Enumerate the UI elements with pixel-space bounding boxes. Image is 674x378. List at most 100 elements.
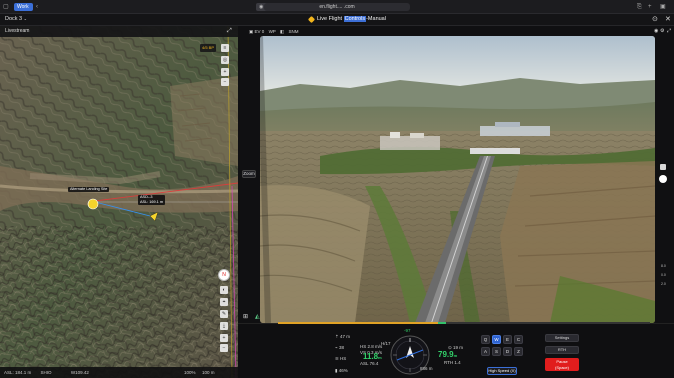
zoom-label: Zoom [243, 171, 255, 176]
zoom-scale-bottom: 2.0 [661, 282, 666, 286]
grid-icon[interactable]: ⊞ [243, 313, 248, 320]
key-a[interactable]: A [481, 347, 490, 356]
altitude-top-value: 47 m [340, 334, 351, 339]
dist-big: 79.9m [438, 350, 457, 359]
camera-res: WP [268, 29, 276, 34]
help-icon[interactable]: ⊙ [652, 15, 658, 23]
record-icon[interactable]: ◉ [654, 28, 658, 34]
key-e[interactable]: E [503, 335, 512, 344]
zoom-out-icon[interactable]: − [221, 78, 229, 86]
rth-value: RTH 1.4 [444, 360, 461, 365]
flight-progress [278, 322, 650, 324]
hs-row: HS 2.8 m/s [360, 344, 383, 349]
pause-button[interactable]: Pause (Space) [545, 358, 579, 371]
key-e-label: E [505, 337, 509, 342]
camera-extra: SNM [288, 29, 299, 34]
map-header-title: Livestream [5, 28, 30, 34]
alt-big-unit: m [378, 355, 382, 360]
terrain-map [0, 26, 238, 378]
key-c-label: C [516, 337, 521, 342]
aerial-view [260, 36, 655, 323]
zoom-button[interactable]: Zoom [242, 170, 256, 178]
map-footer: ASL: 184.1 m SHIO W109.42 100% 100 m [0, 367, 238, 378]
pause-shortcut: (Space) [554, 364, 569, 370]
speed-small: 886 m [420, 366, 433, 371]
key-c[interactable]: C [514, 335, 523, 344]
zoom-in-icon[interactable]: + [221, 68, 229, 76]
map-zoom-in-icon[interactable]: + [220, 334, 228, 342]
key-s-label: S [494, 349, 498, 354]
heading-top-value: -97 [404, 328, 411, 333]
gimbal-icon[interactable]: ◭ [255, 313, 260, 320]
dist-big-unit: m [453, 353, 458, 358]
asl-row: ASL 76.4 [360, 361, 379, 366]
target-icon[interactable]: ◎ [221, 56, 229, 64]
heading-top: -97 [404, 328, 411, 333]
url-text: en.flight.... .com [319, 4, 355, 10]
wb-icon: ◧ [280, 29, 285, 34]
landing-site-label[interactable]: Alternate Landing Site [68, 187, 110, 192]
key-w[interactable]: W [492, 335, 501, 344]
high-speed-label: High Speed (X) [488, 368, 516, 373]
alt-big-value: 11.8 [363, 352, 379, 361]
dock-title[interactable]: Dock 3 ⌄ [5, 16, 27, 22]
key-z-label: Z [517, 349, 520, 354]
mode-title: Live Flight Controls-Manual [317, 16, 386, 22]
url-bar[interactable]: en.flight.... .com [264, 3, 410, 11]
map-panel[interactable]: Livestream ⤢ Alternate Landing Site ASD-… [0, 26, 238, 378]
close-icon[interactable]: ✕ [665, 15, 671, 23]
chevron-left-icon[interactable]: ‹ [36, 3, 38, 11]
tabs-icon[interactable]: ▣ [660, 3, 666, 11]
dist-big-value: 79.9 [438, 350, 454, 359]
speed-small-value: 886 m [420, 366, 433, 371]
high-speed-button[interactable]: High Speed (X) [487, 367, 517, 375]
key-q-label: Q [483, 337, 488, 342]
map-badge-text: 4/5 BP [201, 45, 214, 50]
layers-toggle-icon[interactable]: ◐ [220, 286, 228, 294]
rth-button[interactable]: RTH [545, 346, 579, 354]
key-s[interactable]: S [492, 347, 501, 356]
progress-marker [438, 322, 446, 324]
mode-title-pre: Live Flight [317, 16, 344, 22]
home-point-marker [87, 198, 99, 210]
heading-sub-value: H/17 [381, 341, 391, 346]
shutter-button[interactable] [659, 175, 667, 183]
key-q[interactable]: Q [481, 335, 490, 344]
map-footer-pct: 100% [184, 370, 196, 375]
sidebar-toggle-icon[interactable]: ▢ [3, 3, 9, 11]
settings-label: Settings [554, 335, 570, 340]
mode-warning-icon [307, 15, 316, 24]
expand-icon[interactable]: ⤢ [227, 26, 232, 37]
fullscreen-icon[interactable]: ⤢ [667, 28, 671, 34]
settings-button[interactable]: Settings [545, 334, 579, 342]
layers-icon[interactable]: ≡ [221, 44, 229, 52]
download-icon[interactable]: ⤓ [220, 322, 228, 330]
map-zoom-out-icon[interactable]: − [220, 344, 228, 352]
key-a-label: A [483, 349, 487, 354]
asl-value: 76.4 [369, 361, 379, 366]
app-header: Dock 3 ⌄ Live Flight Controls-Manual ⊙ ✕ [0, 14, 674, 26]
share-icon[interactable]: ⎘ [637, 3, 642, 11]
compass-icon[interactable]: N [218, 269, 230, 281]
map-footer-asl: ASL: 184.1 m [4, 370, 32, 375]
workspace-pill[interactable]: Work [14, 3, 33, 11]
photo-mode-icon[interactable] [660, 164, 666, 170]
rth-row: RTH 1.4 [444, 360, 461, 365]
map-footer-scale: 100 m [202, 370, 215, 375]
zoom-scale: 8.0 0.0 2.0 [661, 262, 666, 289]
new-tab-icon[interactable]: + [648, 3, 652, 11]
key-z[interactable]: Z [514, 347, 523, 356]
map-footer-coords: W109.42 [70, 370, 89, 375]
locate-icon[interactable]: ⌖ [220, 298, 228, 306]
wind-value: HS [340, 356, 347, 361]
drone-label: ASD--3 ASL: 169.1 m [138, 195, 166, 205]
heading-sub: H/17 [381, 341, 391, 346]
key-d[interactable]: D [503, 347, 512, 356]
settings-icon[interactable]: ⚙ [660, 28, 664, 34]
camera-icon: ▣ [249, 29, 254, 34]
ruler-icon[interactable]: ✎ [220, 310, 228, 318]
map-badge: 4/5 BP [200, 44, 216, 52]
mode-title-highlight: Controls [343, 16, 367, 22]
browser-chrome: ▢ Work ‹ ◉ en.flight.... .com ⎘ + ▣ [0, 0, 674, 14]
camera-feed[interactable] [260, 36, 655, 323]
